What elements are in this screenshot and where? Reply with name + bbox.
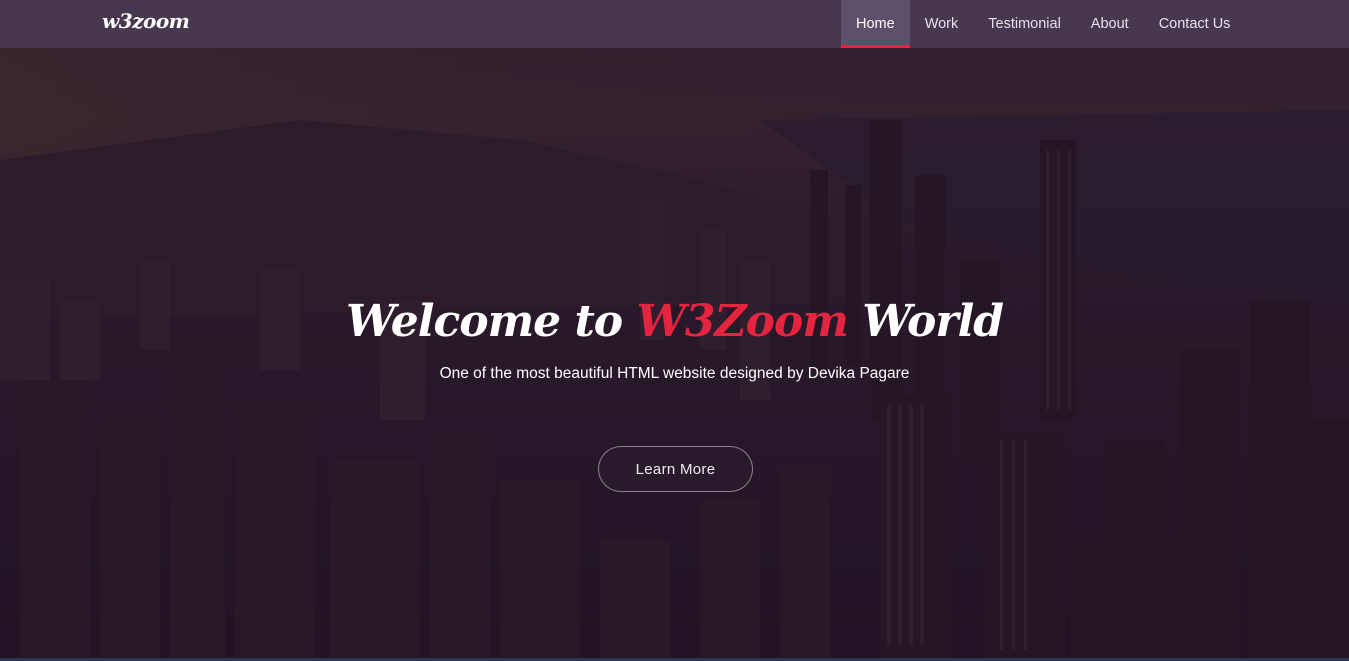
top-navbar: w3zoom Home Work Testimonial About Conta…	[0, 0, 1349, 48]
learn-more-button[interactable]: Learn More	[598, 446, 753, 492]
hero-title-prefix: Welcome to	[345, 296, 637, 347]
brand-logo[interactable]: w3zoom	[102, 9, 190, 33]
nav-item-home[interactable]: Home	[841, 0, 910, 48]
hero-title-brand: W3Zoom	[636, 296, 848, 347]
nav-item-work[interactable]: Work	[910, 0, 974, 48]
nav-item-testimonial[interactable]: Testimonial	[973, 0, 1076, 48]
nav-item-about[interactable]: About	[1076, 0, 1144, 48]
hero-title-suffix: World	[847, 296, 1004, 347]
main-nav: Home Work Testimonial About Contact Us	[841, 0, 1245, 48]
nav-item-contact-us[interactable]: Contact Us	[1144, 0, 1246, 48]
hero-subtitle: One of the most beautiful HTML website d…	[439, 365, 910, 382]
landing-page: w3zoom Home Work Testimonial About Conta…	[0, 0, 1349, 661]
hero-title: Welcome to W3Zoom World	[0, 296, 1349, 347]
